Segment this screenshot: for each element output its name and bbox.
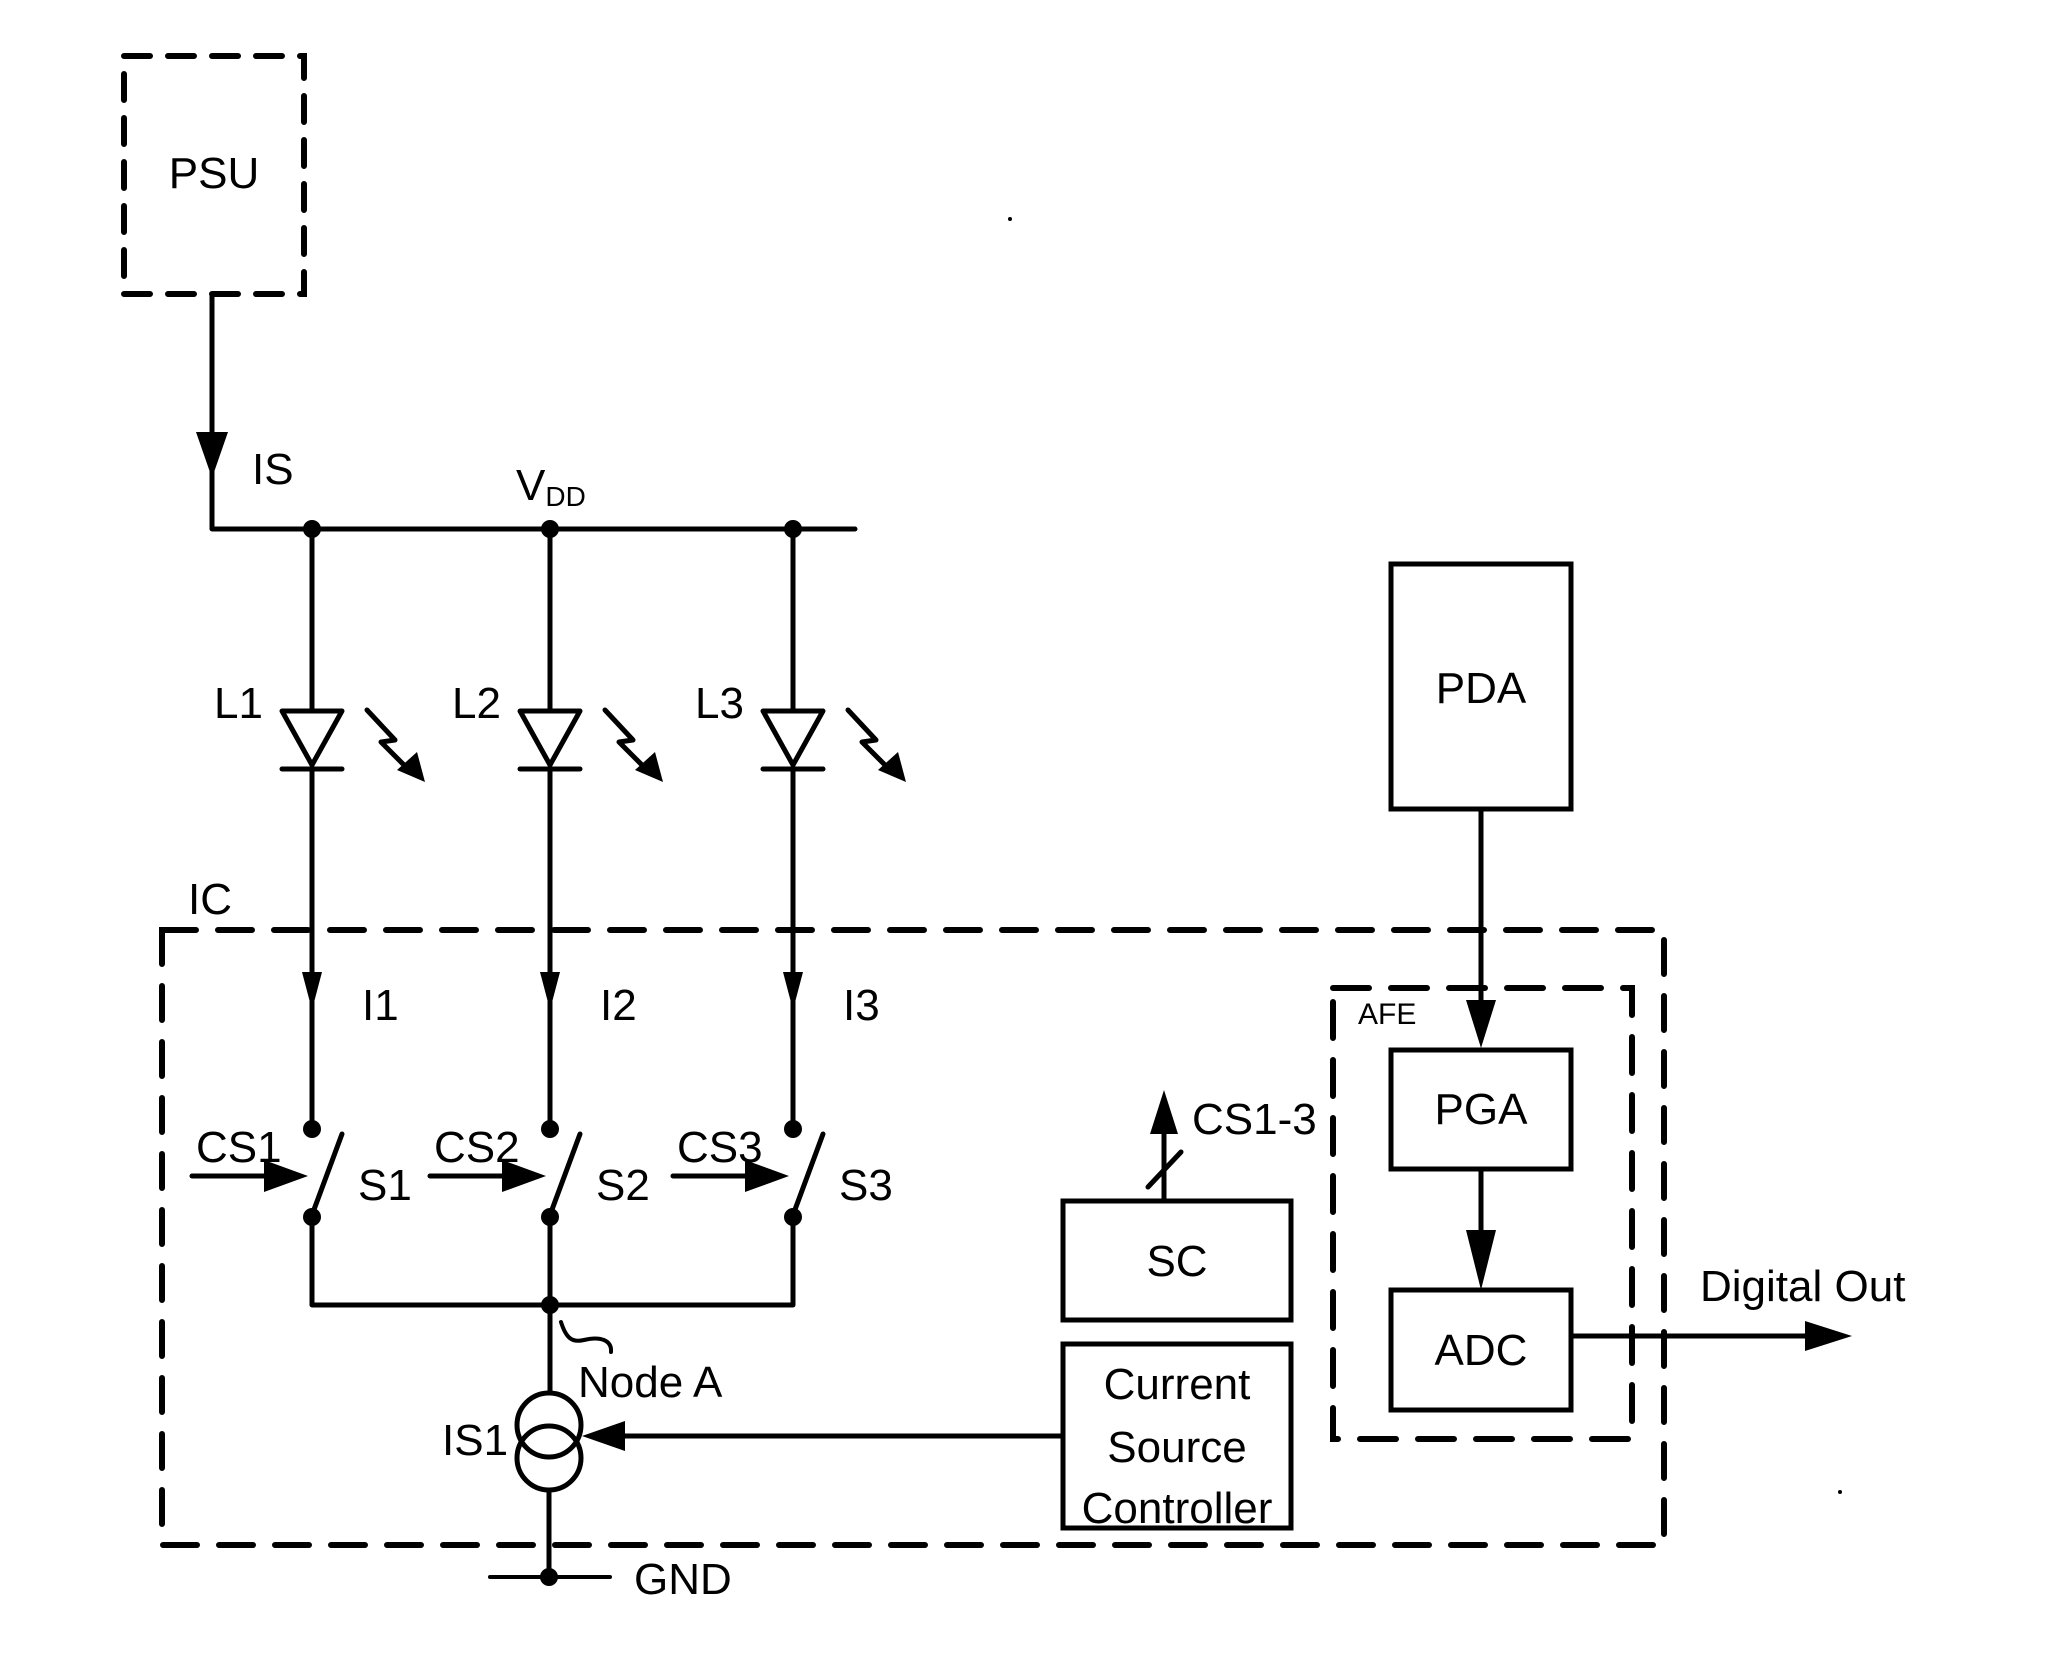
led-icon xyxy=(279,708,345,768)
switch-bus: Node A xyxy=(309,1214,796,1407)
control-signal-label: CS1 xyxy=(196,1123,282,1172)
led-branches: L1 I1 S1 CS1 L2 I2 S2 CS2 L3 I3 S3 CS3 xyxy=(189,526,906,1226)
current-arrow-icon xyxy=(540,972,560,1010)
current-source-controller-block: Current Source Controller xyxy=(1060,1341,1294,1533)
pga-label: PGA xyxy=(1435,1085,1529,1134)
ic-label: IC xyxy=(188,875,232,924)
control-signal-label: CS3 xyxy=(677,1123,763,1172)
psu-label: PSU xyxy=(169,149,259,198)
light-emission-icon xyxy=(845,707,893,773)
switch-label: S2 xyxy=(596,1161,650,1210)
switch-label: S3 xyxy=(839,1161,893,1210)
led-label: L2 xyxy=(452,679,501,728)
ground-dot xyxy=(540,1568,558,1586)
digital-out-arrow-icon xyxy=(1805,1321,1852,1351)
switch-contact xyxy=(303,1120,321,1138)
switch-label: S1 xyxy=(358,1161,412,1210)
node-a-leader xyxy=(559,1320,614,1354)
pda-arrow-icon xyxy=(1466,1000,1496,1048)
is-arrow-icon xyxy=(196,432,228,478)
sc-label: SC xyxy=(1146,1237,1207,1286)
pda-block: PDA xyxy=(1388,561,1574,1048)
csc-label-line3: Controller xyxy=(1082,1484,1273,1533)
circuit-diagram: PSU IS VDD L1 I1 S1 CS1 L2 I2 S2 CS2 L3 I3 S3 CS3 I… xyxy=(121,53,1905,1604)
current-label: I1 xyxy=(362,981,399,1030)
cs-bus-label: CS1-3 xyxy=(1192,1095,1317,1144)
adc-label: ADC xyxy=(1435,1326,1528,1375)
ic-boundary: IC xyxy=(159,875,1667,1548)
scan-artifact xyxy=(1838,1490,1842,1494)
is-label: IS xyxy=(252,445,294,494)
switch-blade-icon xyxy=(547,1131,583,1218)
light-emission-icon xyxy=(364,707,412,773)
adc-block: ADC Digital Out xyxy=(1388,1262,1905,1413)
vdd-label: VDD xyxy=(516,461,586,512)
gnd-label: GND xyxy=(634,1555,732,1604)
led-icon xyxy=(517,708,583,768)
led-label: L1 xyxy=(214,679,263,728)
psu-block: PSU xyxy=(121,53,307,297)
afe-label: AFE xyxy=(1358,998,1416,1031)
control-signal-label: CS2 xyxy=(434,1123,520,1172)
led-icon xyxy=(760,708,826,768)
led-label: L3 xyxy=(695,679,744,728)
pda-label: PDA xyxy=(1436,664,1527,713)
current-label: I2 xyxy=(600,981,637,1030)
scan-artifact xyxy=(1008,217,1012,221)
node-a-dot xyxy=(541,1296,559,1314)
ground: GND xyxy=(488,1555,732,1604)
switch-blade-icon xyxy=(790,1131,826,1218)
digital-out-label: Digital Out xyxy=(1700,1262,1905,1311)
switch-contact xyxy=(784,1120,802,1138)
current-arrow-icon xyxy=(783,972,803,1010)
csc-label-line1: Current xyxy=(1104,1360,1251,1409)
switch-blade-icon xyxy=(309,1131,345,1218)
csc-label-line2: Source xyxy=(1107,1423,1246,1472)
cs-bus-arrow-icon xyxy=(1150,1090,1178,1134)
current-arrow-icon xyxy=(302,972,322,1010)
is1-label: IS1 xyxy=(442,1416,508,1465)
pga-adc-arrow-icon xyxy=(1466,1230,1496,1290)
pga-block: PGA xyxy=(1388,1047,1574,1290)
control-arrow-icon xyxy=(582,1421,625,1451)
led-branch-2: L2 I2 S2 CS2 xyxy=(427,526,663,1226)
node-a-label: Node A xyxy=(578,1358,723,1407)
sc-block: SC CS1-3 xyxy=(1060,1090,1317,1323)
svg-text:VDD: VDD xyxy=(516,461,586,512)
light-emission-icon xyxy=(602,707,650,773)
current-source-is1: IS1 xyxy=(442,1390,1066,1580)
current-label: I3 xyxy=(843,981,880,1030)
switch-contact xyxy=(541,1120,559,1138)
led-branch-3: L3 I3 S3 CS3 xyxy=(670,526,906,1226)
